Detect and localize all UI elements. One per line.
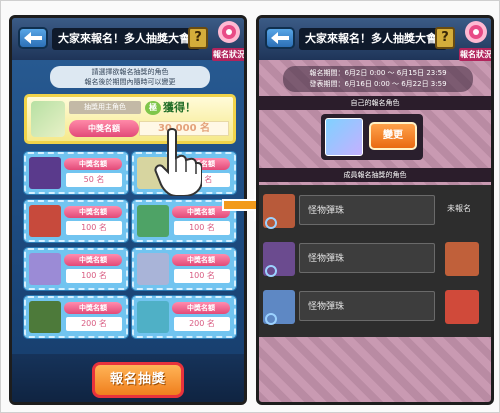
featured-character-card[interactable]: 抽獎用主角色 極獲得！ 中獎名額 30,000 名 [24,94,236,144]
member-ring-icon [265,217,277,229]
member-name: 怪物彈珠 [299,195,435,225]
character-portrait [137,301,169,333]
rank-label: 獲得！ [163,101,196,114]
instruction-banner: 請選擇欲報名抽獎的角色 報名後於期間內隨時可以變更 [50,66,210,88]
announce-period: 發表期間：6月16日 0:00 ～ 6月22日 3:59 [309,80,447,88]
featured-quota-label: 中獎名額 [69,120,139,137]
entry-period: 報名期間：6月2日 0:00 ～ 6月15日 23:59 [309,69,447,77]
character-portrait [29,157,61,189]
instruction-line-2: 報名後於期間內隨時可以變更 [84,78,176,86]
character-card[interactable]: 中獎名額 100 名 [23,199,129,243]
member-row[interactable]: 怪物彈珠 [259,237,491,283]
period-banner: 報名期間：6月2日 0:00 ～ 6月15日 23:59 發表期間：6月16日 … [283,66,473,92]
character-card[interactable]: 中獎名額 100 名 [23,247,129,291]
character-portrait [29,253,61,285]
members-header: 成員報名抽獎的角色 [259,168,491,182]
flower-icon [465,21,487,43]
quota-value: 100 名 [66,221,122,235]
quota-value: 100 名 [66,269,122,283]
member-entry-thumbnail [445,290,479,324]
character-card[interactable]: 中獎名額 200 名 [131,295,237,339]
quota-value: 100 名 [174,269,230,283]
pointing-hand-icon [154,128,202,196]
back-arrow-icon [271,32,289,44]
entry-screen: 大家來報名！多人抽獎大會 ? 報名狀況 請選擇欲報名抽獎的角色 報名後於期間內隨… [9,15,247,405]
member-ring-icon [265,265,277,277]
quota-value: 100 名 [174,221,230,235]
member-name: 怪物彈珠 [299,243,435,273]
status-screen: 大家來報名！多人抽獎大會 ? 報名狀況 報名期間：6月2日 0:00 ～ 6月1… [256,15,494,405]
featured-rank: 極獲得！ [145,99,196,115]
own-entry-header: 自己的報名角色 [259,96,491,110]
own-entry-box: 變更 [321,114,423,160]
member-entry-thumbnail [445,242,479,276]
change-button[interactable]: 變更 [369,122,417,150]
quota-value: 200 名 [174,317,230,331]
back-arrow-icon [24,32,42,44]
quota-label: 中獎名額 [172,302,230,314]
rank-leaf-icon: 極 [145,101,161,115]
enter-lottery-button[interactable]: 報名抽獎 [92,362,184,398]
quota-label: 中獎名額 [64,254,122,266]
own-character-portrait [325,118,363,156]
top-bar: 大家來報名！多人抽獎大會 ? 報名狀況 [12,18,245,61]
instruction-line-1: 請選擇欲報名抽獎的角色 [91,68,169,76]
featured-tag: 抽獎用主角色 [69,101,141,114]
entry-status-label: 報名狀況 [212,48,245,61]
bottom-bar: 報名抽獎 [12,354,244,402]
quota-value: 50 名 [66,173,122,187]
member-entry-state: 未報名 [447,204,471,213]
comparison-frame: 大家來報名！多人抽獎大會 ? 報名狀況 請選擇欲報名抽獎的角色 報名後於期間內隨… [0,0,500,413]
character-portrait [29,205,61,237]
flower-icon [218,21,240,43]
character-card[interactable]: 中獎名額 50 名 [23,151,129,195]
featured-character-portrait [31,101,65,137]
back-button[interactable] [265,27,295,49]
back-button[interactable] [18,27,48,49]
page-title: 大家來報名！多人抽獎大會 [299,28,447,50]
member-name: 怪物彈珠 [299,291,435,321]
character-portrait [29,301,61,333]
entry-status-label: 報名狀況 [459,48,492,61]
help-button[interactable]: ? [188,27,208,49]
member-row[interactable]: 怪物彈珠 [259,285,491,331]
member-list: 怪物彈珠 未報名 怪物彈珠 怪物彈珠 [259,185,491,337]
quota-value: 200 名 [66,317,122,331]
character-portrait [137,253,169,285]
quota-label: 中獎名額 [64,158,122,170]
quota-label: 中獎名額 [64,206,122,218]
member-ring-icon [265,313,277,325]
help-button[interactable]: ? [435,27,455,49]
entry-status-button[interactable]: 報名狀況 [212,20,245,61]
top-bar: 大家來報名！多人抽獎大會 ? 報名狀況 [259,18,492,61]
quota-label: 中獎名額 [64,302,122,314]
page-title: 大家來報名！多人抽獎大會 [52,28,200,50]
character-portrait [137,205,169,237]
member-row[interactable]: 怪物彈珠 未報名 [259,189,491,235]
quota-label: 中獎名額 [172,254,230,266]
character-card[interactable]: 中獎名額 100 名 [131,247,237,291]
character-card[interactable]: 中獎名額 200 名 [23,295,129,339]
entry-status-button[interactable]: 報名狀況 [459,20,492,61]
